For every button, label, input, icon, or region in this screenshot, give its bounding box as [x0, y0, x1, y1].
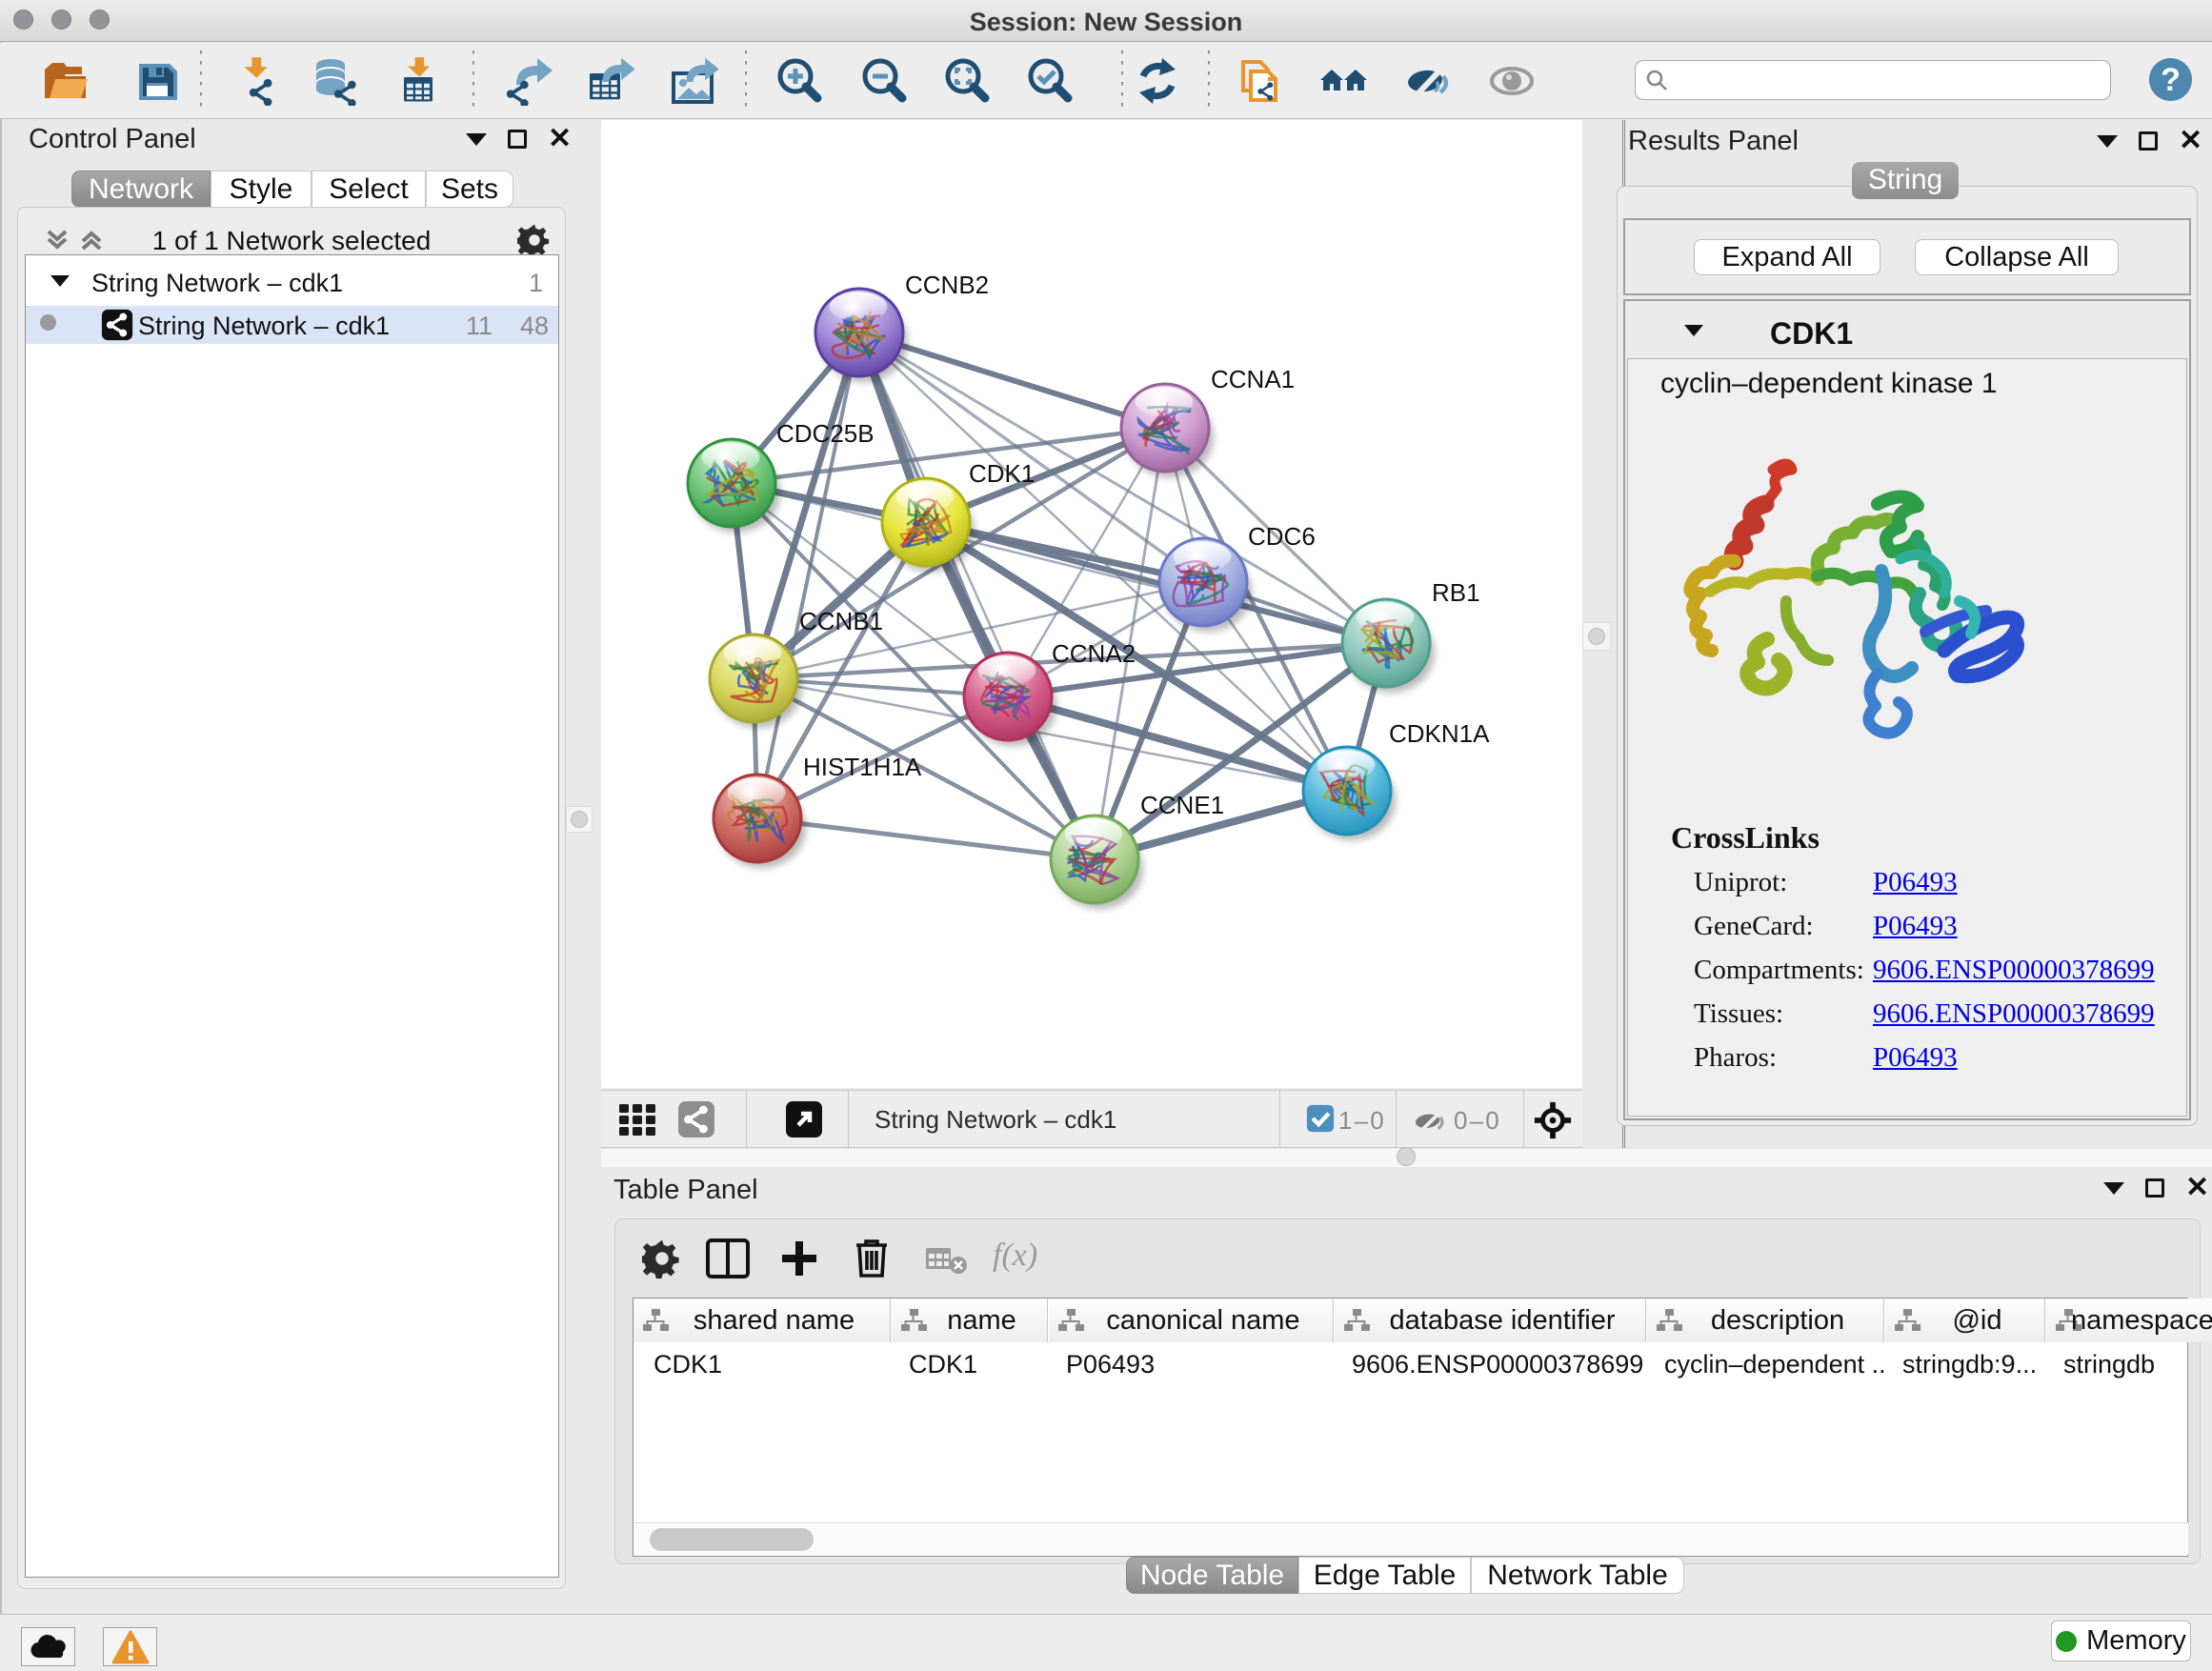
svg-text:CDKN1A: CDKN1A [1389, 719, 1490, 748]
svg-text:CCNB2: CCNB2 [905, 271, 989, 299]
svg-text:HIST1H1A: HIST1H1A [803, 753, 922, 781]
svg-text:f(x): f(x) [993, 1238, 1037, 1273]
svg-text:CDC6: CDC6 [1248, 522, 1316, 551]
svg-text:CCNB1: CCNB1 [799, 607, 883, 635]
svg-text:CCNA1: CCNA1 [1211, 365, 1295, 393]
svg-text:CCNE1: CCNE1 [1140, 791, 1224, 819]
svg-text:CDK1: CDK1 [969, 459, 1035, 488]
svg-text:CDC25B: CDC25B [776, 419, 875, 448]
svg-text:CCNA2: CCNA2 [1052, 639, 1136, 668]
svg-text:RB1: RB1 [1432, 578, 1480, 607]
